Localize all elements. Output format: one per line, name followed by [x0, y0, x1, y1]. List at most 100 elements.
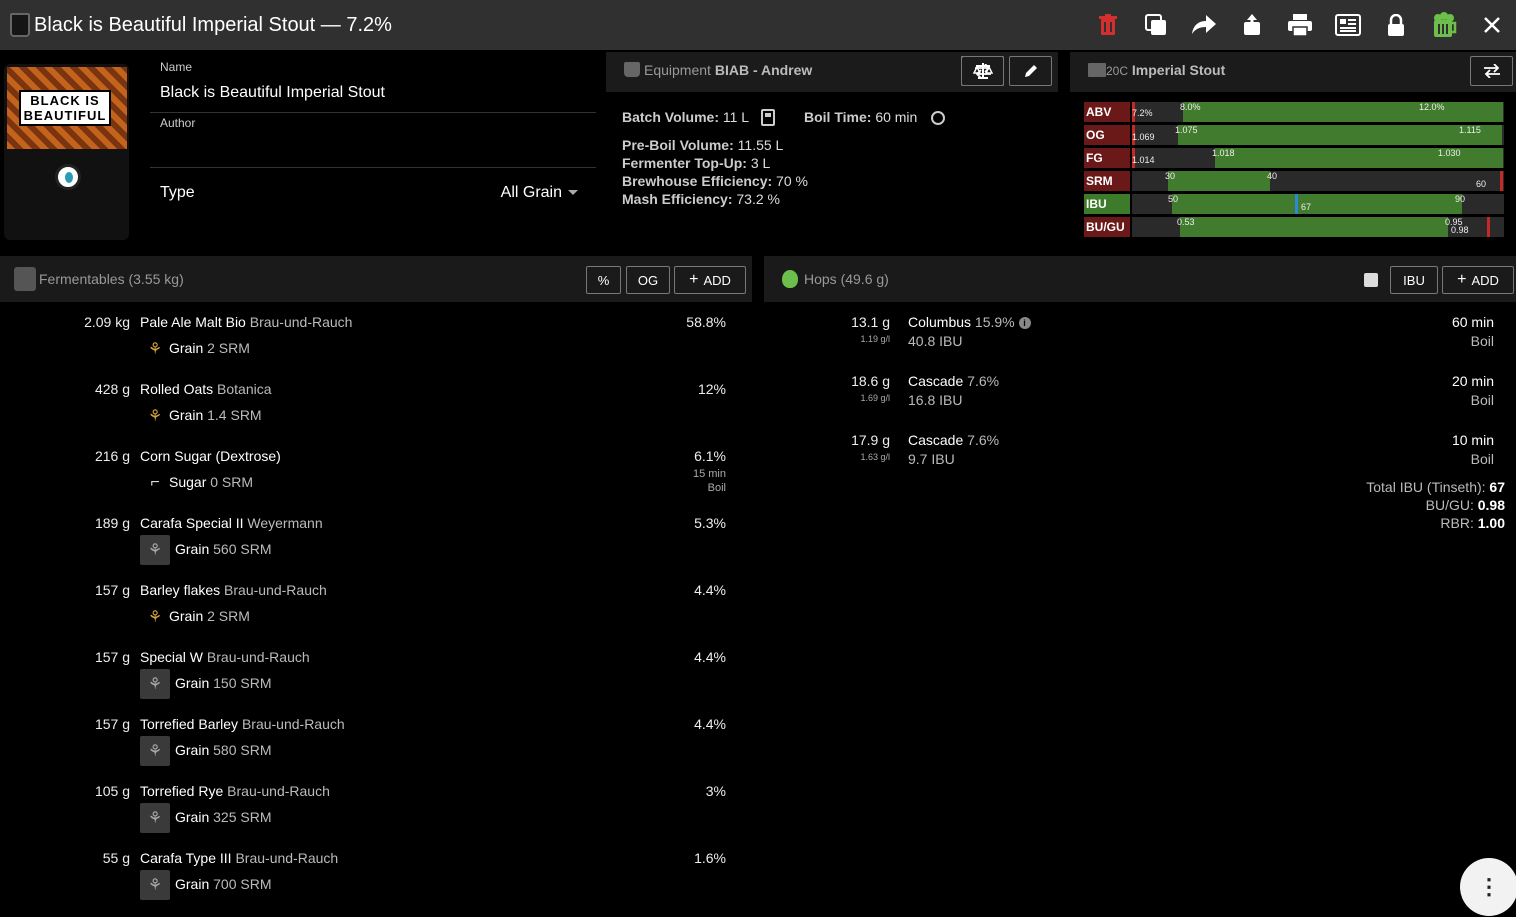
list-item[interactable]: 18.6 g 1.69 g/l Cascade 7.6% 16.8 IBU 20 min…: [764, 373, 1504, 429]
fermentable-amount[interactable]: 157 g: [95, 649, 130, 665]
fermentable-supplier: Brau-und-Rauch: [206, 649, 310, 665]
fermentable-title: Torrefied Barley: [140, 716, 239, 732]
stat-row-srm: SRM 30 40 60: [1084, 171, 1504, 191]
equipment-title: Equipment BIAB - Andrew: [624, 62, 812, 78]
hop-time[interactable]: 10 min: [1452, 432, 1494, 448]
stat-min: 1.075: [1175, 125, 1198, 135]
stat-marker: [1487, 217, 1490, 237]
fermentable-color: 325 SRM: [213, 809, 272, 825]
export-icon[interactable]: [1228, 0, 1276, 50]
type-dropdown[interactable]: All Grain: [501, 184, 578, 202]
fermentable-color: 150 SRM: [213, 675, 272, 691]
lock-icon[interactable]: [1372, 0, 1420, 50]
list-item[interactable]: 157 g Barley flakes Brau-und-Rauch ⚘ Grain …: [0, 582, 750, 649]
fermentable-percent: 58.8%: [686, 314, 726, 330]
hop-name[interactable]: Cascade 7.6%: [908, 373, 999, 389]
wheat-icon: ⚘: [140, 870, 170, 900]
add-hop-button[interactable]: + ADD: [1442, 266, 1514, 294]
hop-time[interactable]: 20 min: [1452, 373, 1494, 389]
fermentable-color: 2 SRM: [207, 340, 250, 356]
fermentable-name[interactable]: Barley flakes Brau-und-Rauch: [140, 582, 327, 598]
stat-min: 50: [1168, 194, 1179, 204]
list-item[interactable]: 13.1 g 1.19 g/l Columbus 15.9% i 40.8 IBU 60…: [764, 314, 1504, 370]
swap-equipment-button[interactable]: [961, 56, 1004, 86]
list-item[interactable]: 2.09 kg Pale Ale Malt Bio Brau-und-Rauch ⚘…: [0, 314, 750, 381]
fermentable-name[interactable]: Rolled Oats Botanica: [140, 381, 272, 397]
hop-use: Boil: [1470, 451, 1494, 467]
trash-icon[interactable]: [1084, 0, 1132, 50]
hop-totals: Total IBU (Tinseth): 67 BU/GU: 0.98 RBR:…: [1366, 478, 1505, 532]
fermentable-title: Carafa Type III: [140, 850, 232, 866]
fermentable-amount[interactable]: 189 g: [95, 515, 130, 531]
fermentable-name[interactable]: Corn Sugar (Dextrose): [140, 448, 281, 464]
stat-range: [1178, 125, 1502, 145]
fermentable-amount[interactable]: 2.09 kg: [84, 314, 130, 330]
info-icon[interactable]: i: [1018, 317, 1031, 330]
copy-icon[interactable]: [1132, 0, 1180, 50]
batch-volume: Batch Volume: 11 L: [622, 109, 750, 125]
hop-alpha: 15.9%: [974, 314, 1015, 330]
fermentable-name[interactable]: Carafa Special II Weyermann: [140, 515, 323, 531]
fermentable-name[interactable]: Torrefied Rye Brau-und-Rauch: [140, 783, 330, 799]
stat-marker: [1500, 171, 1503, 191]
stat-row-fg: FG 1.018 1.030 1.014: [1084, 148, 1504, 168]
brew-icon[interactable]: [1420, 0, 1468, 50]
swap-icon: [1483, 64, 1500, 78]
list-item[interactable]: 216 g Corn Sugar (Dextrose) ⌐ Sugar 0 SRM 6.…: [0, 448, 750, 515]
brewhouse-efficiency: Brewhouse Efficiency: 70 %: [622, 173, 808, 189]
fermentable-amount[interactable]: 216 g: [95, 448, 130, 464]
calculator-icon[interactable]: [761, 109, 775, 126]
fermentable-name[interactable]: Torrefied Barley Brau-und-Rauch: [140, 716, 345, 732]
percent-button[interactable]: %: [586, 266, 621, 294]
list-item[interactable]: 189 g Carafa Special II Weyermann ⚘ Grain 5…: [0, 515, 750, 582]
edit-equipment-button[interactable]: [1009, 56, 1052, 86]
brew-sheet-icon[interactable]: [1324, 0, 1372, 50]
style-title: 20C Imperial Stout: [1088, 62, 1225, 78]
hop-title: Columbus: [908, 314, 972, 330]
list-item[interactable]: 428 g Rolled Oats Botanica ⚘ Grain 1.4 SRM 1…: [0, 381, 750, 448]
print-icon[interactable]: [1276, 0, 1324, 50]
notes-icon[interactable]: [1364, 273, 1378, 287]
fermentable-color: 580 SRM: [213, 742, 272, 758]
timer-icon[interactable]: [931, 111, 945, 125]
hop-amount[interactable]: 18.6 g: [851, 373, 890, 389]
hop-name[interactable]: Columbus 15.9% i: [908, 314, 1031, 330]
recipe-name-field[interactable]: Black is Beautiful Imperial Stout: [160, 84, 385, 102]
swap-style-button[interactable]: [1470, 56, 1513, 86]
fermentable-name[interactable]: Pale Ale Malt Bio Brau-und-Rauch: [140, 314, 352, 330]
author-field[interactable]: [160, 138, 580, 158]
fermentable-title: Torrefied Rye: [140, 783, 224, 799]
list-item[interactable]: 105 g Torrefied Rye Brau-und-Rauch ⚘ Grain …: [0, 783, 750, 850]
stat-min: 8.0%: [1180, 102, 1201, 112]
close-icon[interactable]: [1468, 0, 1516, 50]
list-item[interactable]: 55 g Carafa Type III Brau-und-Rauch ⚘ Grain…: [0, 850, 750, 917]
fermentable-amount[interactable]: 105 g: [95, 783, 130, 799]
ibu-button[interactable]: IBU: [1390, 266, 1438, 294]
list-item[interactable]: 157 g Torrefied Barley Brau-und-Rauch ⚘ Gra…: [0, 716, 750, 783]
hop-use: Boil: [1470, 333, 1494, 349]
plus-icon: +: [689, 271, 699, 288]
fermentable-amount[interactable]: 55 g: [103, 850, 130, 866]
add-fermentable-button[interactable]: + ADD: [674, 266, 746, 294]
fermentable-details: Grain 325 SRM: [175, 809, 271, 825]
fermentable-amount[interactable]: 428 g: [95, 381, 130, 397]
hop-name[interactable]: Cascade 7.6%: [908, 432, 999, 448]
stat-name: ABV: [1084, 102, 1130, 122]
og-button[interactable]: OG: [626, 266, 670, 294]
total-ibu: Total IBU (Tinseth): 67: [1366, 479, 1505, 495]
recipe-label-image[interactable]: BLACK IS BEAUTIFUL: [4, 64, 129, 240]
stat-range: [1180, 217, 1448, 237]
stat-name: IBU: [1084, 194, 1130, 214]
mash-efficiency: Mash Efficiency: 73.2 %: [622, 191, 780, 207]
fermentable-amount[interactable]: 157 g: [95, 582, 130, 598]
hop-amount[interactable]: 13.1 g: [851, 314, 890, 330]
fermentables-title: Fermentables (3.55 kg): [39, 271, 184, 287]
list-item[interactable]: 157 g Special W Brau-und-Rauch ⚘ Grain 150 …: [0, 649, 750, 716]
fermentable-amount[interactable]: 157 g: [95, 716, 130, 732]
fermentable-name[interactable]: Special W Brau-und-Rauch: [140, 649, 310, 665]
share-icon[interactable]: [1180, 0, 1228, 50]
fermentable-name[interactable]: Carafa Type III Brau-und-Rauch: [140, 850, 338, 866]
hop-amount[interactable]: 17.9 g: [851, 432, 890, 448]
hop-time[interactable]: 60 min: [1452, 314, 1494, 330]
more-options-button[interactable]: ⋮: [1460, 858, 1516, 916]
